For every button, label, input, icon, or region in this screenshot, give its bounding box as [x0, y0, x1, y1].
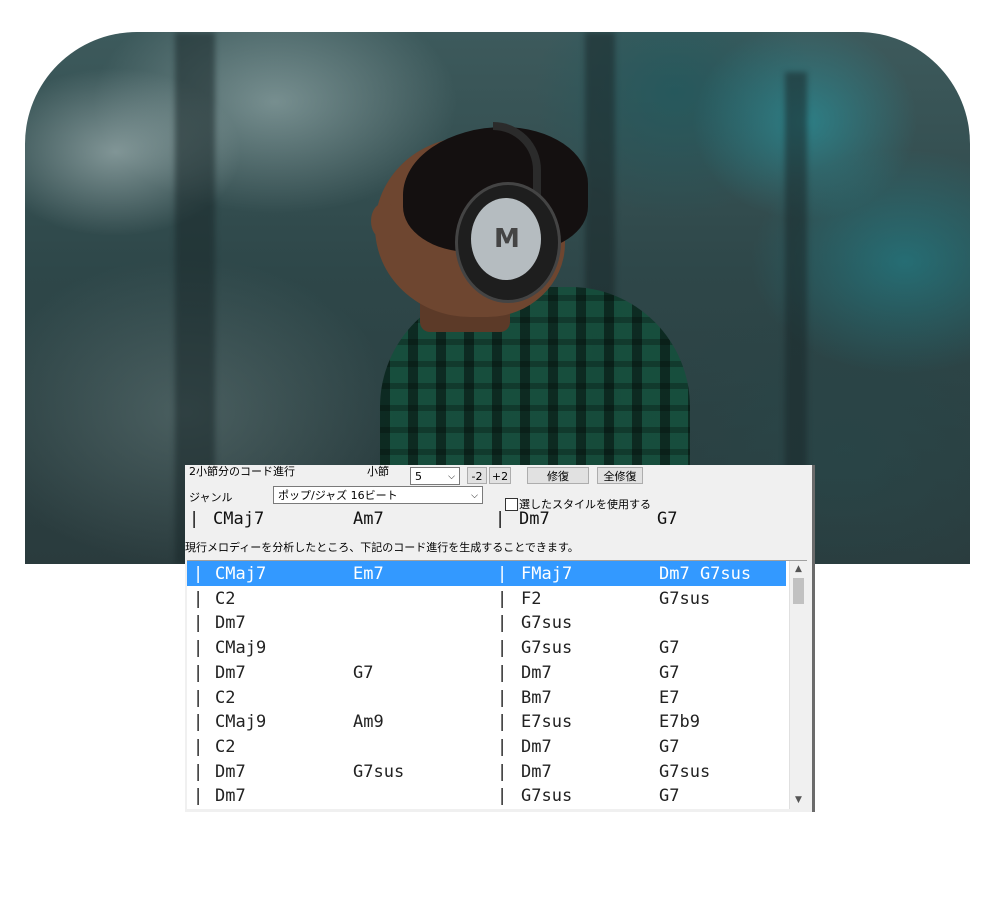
chord: Dm7 [215, 761, 246, 782]
plus2-button[interactable]: +2 [489, 467, 511, 484]
list-item[interactable]: | C2 | F2 G7sus [187, 586, 786, 611]
chord: C2 [215, 687, 236, 708]
bar-separator: | [193, 662, 204, 683]
bar-separator: | [497, 712, 508, 733]
current-chord: Am7 [353, 509, 384, 529]
list-item[interactable]: | Dm7 G7sus | Dm7 G7sus [187, 759, 786, 784]
bar-separator: | [193, 736, 204, 757]
list-item[interactable]: | Dm7 | G7sus [187, 610, 786, 635]
bar-select[interactable]: 5 ⌵ [410, 467, 460, 485]
bar-separator: | [497, 786, 508, 807]
chord: CMaj9 [215, 712, 267, 733]
bar-separator: | [497, 736, 508, 757]
chord: C2 [215, 736, 236, 757]
chevron-down-icon: ⌵ [471, 491, 478, 501]
chord: G7sus [659, 588, 711, 609]
chord: G7sus [521, 638, 573, 659]
chord: G7sus [659, 761, 711, 782]
list-item[interactable]: | CMaj9 Am9 | E7sus E7b9 [187, 709, 786, 734]
bar-separator: | [189, 509, 200, 529]
bar-separator: | [193, 564, 204, 584]
bar-label: 小節 [367, 465, 389, 478]
chord: Dm7 [215, 786, 246, 807]
bar-separator: | [497, 588, 508, 609]
list-item[interactable]: | Dm7 G7 | Dm7 G7 [187, 660, 786, 685]
current-chord: CMaj7 [213, 509, 265, 529]
list-scrollbar[interactable]: ▲ ▼ [789, 561, 807, 809]
current-chord: Dm7 [519, 509, 550, 529]
repair-all-button[interactable]: 全修復 [597, 467, 643, 484]
current-progression: | CMaj7 Am7 | Dm7 G7 [189, 509, 789, 531]
bar-separator: | [193, 613, 204, 634]
current-chord: G7 [657, 509, 678, 529]
bar-separator: | [497, 662, 508, 683]
progression-label: 2小節分のコード進行 [189, 465, 295, 478]
bar-separator: | [193, 638, 204, 659]
chord: Dm7 [215, 613, 246, 634]
chord: G7 [659, 662, 680, 683]
brand-logo-icon: M [494, 224, 520, 254]
chord: G7sus [353, 761, 405, 782]
chord: G7 [659, 736, 680, 757]
chevron-down-icon: ⌵ [448, 472, 455, 482]
bar-separator: | [497, 638, 508, 659]
chord: Bm7 [521, 687, 552, 708]
bar-separator: | [193, 761, 204, 782]
chord: E7 [659, 687, 680, 708]
chord: Dm7 [521, 662, 552, 683]
scrollbar-thumb[interactable] [793, 578, 804, 604]
chord: G7sus [521, 786, 573, 807]
chord-suggestion-list[interactable]: | CMaj7 Em7 | FMaj7 Dm7 G7sus | C2 | F2 G7sus | Dm7 |… [187, 560, 807, 809]
minus2-button[interactable]: -2 [467, 467, 487, 484]
chord: G7 [659, 638, 680, 659]
bar-separator: | [495, 509, 506, 529]
genre-select[interactable]: ポップ/ジャズ 16ビート ⌵ [273, 486, 483, 504]
chord: Dm7 G7sus [659, 564, 752, 584]
bar-separator: | [193, 588, 204, 609]
bar-separator: | [497, 564, 508, 584]
bar-separator: | [193, 687, 204, 708]
chord: CMaj7 [215, 564, 267, 584]
chord: E7sus [521, 712, 573, 733]
bar-separator: | [193, 712, 204, 733]
list-item[interactable]: | Dm7 | G7sus G7 [187, 783, 786, 808]
bar-select-value: 5 [415, 470, 422, 483]
bar-separator: | [193, 786, 204, 807]
chord: CMaj9 [215, 638, 267, 659]
chord: Dm7 [521, 736, 552, 757]
chord: FMaj7 [521, 564, 573, 584]
chord: G7sus [521, 613, 573, 634]
genre-label: ジャンル [189, 491, 233, 504]
chord: F2 [521, 588, 542, 609]
list-item[interactable]: | C2 | Bm7 E7 [187, 685, 786, 710]
chord: E7b9 [659, 712, 700, 733]
chord: C2 [215, 588, 236, 609]
list-item[interactable]: | CMaj7 Em7 | FMaj7 Dm7 G7sus [187, 561, 786, 586]
repair-button[interactable]: 修復 [527, 467, 589, 484]
chord: Am9 [353, 712, 384, 733]
list-item[interactable]: | CMaj9 | G7sus G7 [187, 635, 786, 660]
bar-separator: | [497, 761, 508, 782]
genre-select-value: ポップ/ジャズ 16ビート [278, 489, 398, 502]
chord: Dm7 [521, 761, 552, 782]
bar-separator: | [497, 687, 508, 708]
analysis-message: 現行メロディーを分析したところ、下記のコード進行を生成することできます。 [185, 541, 579, 554]
chord-progression-dialog: 2小節分のコード進行 小節 5 ⌵ -2 +2 修復 全修復 ジャンル ポップ/… [185, 465, 815, 812]
chord: G7 [353, 662, 374, 683]
nose [371, 204, 393, 238]
chord: Em7 [353, 564, 384, 584]
bar-separator: | [497, 613, 508, 634]
scroll-up-icon[interactable]: ▲ [790, 561, 807, 578]
list-item[interactable]: | C2 | Dm7 G7 [187, 734, 786, 759]
scroll-down-icon[interactable]: ▼ [790, 792, 807, 809]
chord: Dm7 [215, 662, 246, 683]
chord: G7 [659, 786, 680, 807]
